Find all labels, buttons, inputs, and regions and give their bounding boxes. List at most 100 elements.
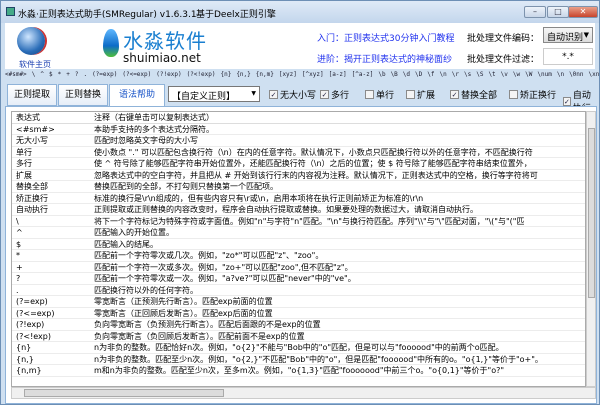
symbol-button[interactable]: (?<=exp) [122, 71, 151, 83]
symbol-button[interactable]: \n [440, 71, 447, 83]
symbol-button[interactable]: . [83, 71, 87, 83]
preset-regex-select[interactable]: 【自定义正则】 ▼ [168, 86, 260, 102]
table-row[interactable]: 单行 使小数点 "." 可以匹配包含换行符（\n）在内的任意字符。默认情况下，小数… [12, 147, 585, 158]
encoding-label: 批处理文件编码： [467, 34, 540, 44]
expression-cell: 扩展 [16, 170, 32, 180]
symbol-button[interactable]: \b [378, 71, 385, 83]
horizontal-scrollbar[interactable] [11, 387, 596, 399]
symbol-button[interactable]: \n [557, 71, 564, 83]
table-row[interactable]: {n,m} m和n为非负的整数。匹配至少n次，至多m次。例如，"o{1,3}"匹配… [12, 365, 585, 377]
option-checkbox[interactable]: 单行 [365, 88, 394, 101]
maximize-button[interactable]: □ [547, 6, 569, 18]
symbol-button[interactable]: [^a-z] [352, 71, 374, 83]
table-row[interactable]: . 匹配换行符以外的任何字符。 [12, 285, 585, 296]
symbol-button[interactable]: $ [49, 71, 53, 83]
symbol-button[interactable]: <#sm#> [5, 71, 27, 83]
checkbox-icon[interactable]: ✓ [563, 96, 571, 106]
symbol-button[interactable]: \w [513, 71, 520, 83]
symbol-button[interactable]: \t [488, 71, 495, 83]
table-row[interactable]: (?!exp) 负向零宽断言（负预测先行断言）。匹配后面跟的不是exp的位置 [12, 319, 585, 331]
checkbox-icon[interactable] [406, 90, 415, 99]
globe-home-icon[interactable] [17, 27, 45, 55]
home-link[interactable]: 软件主页 [19, 59, 51, 70]
symbol-button[interactable]: + [66, 71, 70, 83]
vertical-scrollbar[interactable] [586, 111, 596, 387]
intro-tutorial-link[interactable]: 入门：正则表达式30分钟入门教程 [317, 31, 454, 44]
tab-regex-replace[interactable]: 正则替换 [58, 84, 108, 106]
table-row[interactable]: (?<!exp) 负向零宽断言（负回顾后发断言）。匹配前面不是exp的位置 [12, 331, 585, 342]
table-row[interactable]: {n} n为非负的整数。匹配恰好n次。例如，"o{2}"不能与"Bob中的"o"匹… [12, 342, 585, 354]
checkbox-icon[interactable]: ✓ [320, 90, 329, 99]
symbol-button[interactable]: (?!exp) [156, 71, 181, 83]
table-row[interactable]: \ 将下一个字符标记为特殊字符或字面值。例如"n"与字符"n"匹配。"\n"与换行… [12, 216, 585, 227]
expression-cell: 矫正换行 [16, 193, 48, 203]
table-row[interactable]: 替换全部 替换匹配到的全部，不打勾则只替换第一个匹配项。 [12, 181, 585, 193]
option-checkbox[interactable]: 扩展 [406, 88, 435, 101]
symbol-button[interactable]: \d [403, 71, 410, 83]
checkbox-icon[interactable] [509, 90, 518, 99]
encoding-select[interactable]: 自动识别 ▼ [543, 27, 593, 43]
table-row[interactable]: (?<=exp) 零宽断言（正回顾后发断言）。匹配exp后面的位置 [12, 308, 585, 319]
advanced-tutorial-link[interactable]: 进阶：揭开正则表达式的神秘面纱 [317, 52, 452, 65]
symbol-button[interactable]: \v [501, 71, 508, 83]
table-row[interactable]: $ 匹配输入的结尾。 [12, 239, 585, 250]
expression-cell: {n,} [16, 354, 34, 364]
comment-cell: 匹配前一个字符一次或多次。例如，"zo+"可以匹配"zoo",但不匹配"z"。 [94, 262, 353, 272]
column-header-comment[interactable]: 注释（右键单击可以复制表达式） [94, 112, 585, 123]
symbol-button[interactable]: \num [537, 71, 551, 83]
tab-syntax-help[interactable]: 语法帮助 [109, 84, 165, 108]
comment-cell: 负向零宽断言（负预测先行断言）。匹配后面跟的不是exp的位置 [94, 320, 321, 329]
comment-cell: 零宽断言（正预测先行断言）。匹配exp前面的位置 [94, 297, 273, 306]
option-checkbox[interactable]: ✓ 多行 [320, 88, 349, 101]
option-checkbox[interactable]: 矫正换行 [509, 88, 556, 101]
symbol-button[interactable]: \0nn [569, 71, 583, 83]
table-row[interactable]: * 匹配前一个字符零次或几次。例如，"zo*"可以匹配"z"、"zoo"。 [12, 250, 585, 262]
option-checkbox[interactable]: ✓ 替换全部 [450, 88, 497, 101]
symbol-button[interactable]: \s [464, 71, 471, 83]
symbol-button[interactable]: \D [415, 71, 422, 83]
table-row[interactable]: ? 匹配前一个字符零次或一次。例如，"a?ve?"可以匹配"never"中的"ve… [12, 273, 585, 285]
symbol-button[interactable]: {n} [220, 71, 231, 83]
symbol-button[interactable]: ^ [40, 71, 44, 83]
table-row[interactable]: {n,} n为非负的整数。匹配至少n次。例如，"o{2,}"不匹配"Bob"中的"… [12, 354, 585, 365]
symbol-button[interactable]: (?=exp) [92, 71, 117, 83]
symbol-button[interactable]: * [58, 71, 62, 83]
symbol-button[interactable]: \r [452, 71, 459, 83]
table-row[interactable]: + 匹配前一个字符一次或多次。例如，"zo+"可以匹配"zoo",但不匹配"z"。 [12, 262, 585, 273]
table-row[interactable]: 无大小写 匹配时忽略英文字母的大小写 [12, 135, 585, 147]
symbol-button[interactable]: \f [427, 71, 434, 83]
checkbox-icon[interactable] [365, 90, 374, 99]
symbol-button[interactable]: [a-z] [329, 71, 347, 83]
option-checkbox[interactable]: ✓ 无大小写 [269, 88, 316, 101]
symbol-button[interactable]: [xyz] [279, 71, 297, 83]
expression-cell: {n} [16, 343, 32, 352]
symbol-button[interactable]: {n,} [236, 71, 250, 83]
symbol-button[interactable]: ? [75, 71, 79, 83]
symbol-button[interactable]: \S [476, 71, 483, 83]
checkbox-icon[interactable]: ✓ [269, 90, 278, 99]
column-header-expression[interactable]: 表达式 [12, 112, 94, 123]
close-button[interactable]: ✕ [568, 6, 598, 18]
table-row[interactable]: <#sm#> 本助手支持的多个表达式分隔符。 [12, 124, 585, 135]
scroll-thumb[interactable] [588, 128, 595, 298]
symbol-button[interactable]: \xnn [589, 71, 599, 83]
table-row[interactable]: ^ 匹配输入的开始位置。 [12, 227, 585, 239]
table-row[interactable]: 矫正换行 标准的换行是\r\n组成的，但有些内容只有\r或\n，启用本项将在执行正… [12, 193, 585, 204]
table-row[interactable]: 扩展 忽略表达式中的空白字符，并且把从 # 开始到该行行末的内容视为注释。默认情况… [12, 170, 585, 181]
expression-cell: 自动执行 [16, 205, 48, 214]
minimize-button[interactable]: – [524, 6, 546, 18]
checkbox-icon[interactable]: ✓ [450, 90, 459, 99]
table-row[interactable]: (?=exp) 零宽断言（正预测先行断言）。匹配exp前面的位置 [12, 296, 585, 308]
symbol-button[interactable]: {n,m} [256, 71, 274, 83]
symbol-button[interactable]: \ [32, 71, 36, 83]
symbol-button[interactable]: \W [525, 71, 532, 83]
scroll-thumb[interactable] [24, 389, 224, 397]
table-row[interactable]: 自动执行 正则提取或正则替换的内容改变时，程序会自动执行提取或替换。如果要处理的数… [12, 204, 585, 216]
symbol-button[interactable]: (?<!exp) [187, 71, 216, 83]
comment-cell: n为非负的整数。匹配至少n次。例如，"o{2,}"不匹配"Bob"中的"o"，但… [94, 354, 543, 364]
table-row[interactable]: 多行 使 ^ 符号除了能够匹配字符串开始位置外，还能匹配换行符（\n）之后的位置；… [12, 158, 585, 170]
symbol-button[interactable]: [^xyz] [302, 71, 324, 83]
filter-input[interactable]: *.* [543, 48, 593, 65]
tab-regex-extract[interactable]: 正则提取 [7, 84, 57, 106]
symbol-button[interactable]: \B [391, 71, 398, 83]
